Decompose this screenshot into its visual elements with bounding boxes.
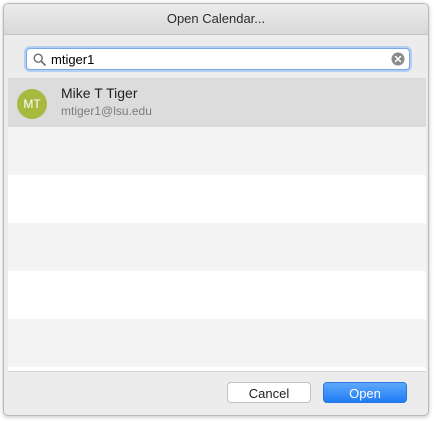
cancel-button[interactable]: Cancel: [227, 382, 311, 403]
empty-row: [8, 127, 426, 175]
search-icon: [33, 53, 46, 66]
open-button[interactable]: Open: [323, 382, 407, 403]
dialog-title: Open Calendar...: [4, 4, 428, 35]
empty-row: [8, 271, 426, 319]
clear-icon[interactable]: [391, 52, 405, 66]
search-field[interactable]: [26, 48, 410, 70]
open-calendar-dialog: Open Calendar... MT Mike T Tiger mtiger1…: [3, 3, 429, 416]
empty-row: [8, 319, 426, 367]
empty-row: [8, 175, 426, 223]
avatar: MT: [17, 89, 47, 119]
result-email: mtiger1@lsu.edu: [61, 104, 152, 118]
results-list: MT Mike T Tiger mtiger1@lsu.edu: [8, 78, 426, 372]
result-row-mike-t-tiger[interactable]: MT Mike T Tiger mtiger1@lsu.edu: [8, 79, 426, 127]
dialog-footer: Cancel Open: [4, 371, 428, 415]
search-input[interactable]: [51, 50, 381, 68]
result-name: Mike T Tiger: [61, 85, 138, 101]
empty-row: [8, 223, 426, 271]
